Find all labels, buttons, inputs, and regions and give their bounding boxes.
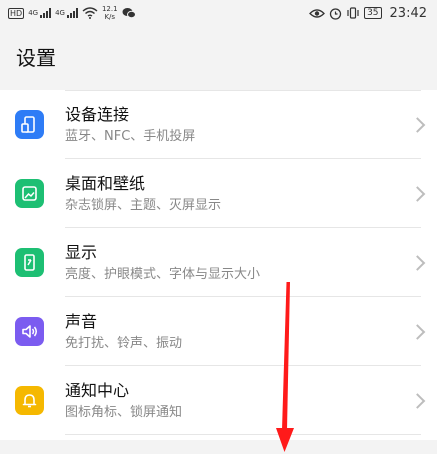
row-label: 声音 <box>65 312 98 331</box>
row-subtitle: 杂志锁屏、主题、灭屏显示 <box>65 198 222 213</box>
chevron-right-icon <box>409 116 426 133</box>
sound-icon <box>15 317 44 346</box>
notification-bell-icon <box>15 386 44 415</box>
chevron-right-icon <box>409 323 426 340</box>
signal-icon <box>40 8 52 18</box>
settings-list: 设备连接蓝牙、NFC、手机投屏桌面和壁纸杂志锁屏、主题、灭屏显示显示亮度、护眼模… <box>0 90 437 440</box>
network-type-2: 4G <box>55 9 65 17</box>
chat-icon <box>122 8 136 19</box>
row-label: 显示 <box>65 243 98 262</box>
settings-row[interactable]: 设备连接蓝牙、NFC、手机投屏 <box>0 90 437 159</box>
signal-icon-2 <box>66 8 78 18</box>
network-type-1: 4G <box>28 9 39 17</box>
settings-row[interactable]: 声音免打扰、铃声、振动 <box>0 297 437 366</box>
settings-row[interactable]: 通知中心图标角标、锁屏通知 <box>0 366 437 435</box>
status-right: 35 23:42 <box>309 6 427 21</box>
row-subtitle: 蓝牙、NFC、手机投屏 <box>65 129 196 144</box>
row-texts: 桌面和壁纸杂志锁屏、主题、灭屏显示 <box>65 173 221 215</box>
row-label: 通知中心 <box>65 381 130 400</box>
clock: 23:42 <box>389 5 427 21</box>
eye-comfort-icon <box>309 8 325 18</box>
wifi-icon <box>82 7 98 19</box>
alarm-icon <box>329 7 342 20</box>
row-label: 设备连接 <box>65 105 130 124</box>
chevron-right-icon <box>409 185 426 202</box>
status-left: HD 4G 4G 12.1 K/s <box>8 5 136 21</box>
display-icon <box>15 248 44 277</box>
device-connection-icon <box>15 110 44 139</box>
page-title: 设置 <box>16 46 56 70</box>
row-subtitle: 免打扰、铃声、振动 <box>65 336 183 351</box>
vibrate-icon <box>347 7 359 19</box>
row-subtitle: 亮度、护眼模式、字体与显示大小 <box>65 267 261 282</box>
row-subtitle: 图标角标、锁屏通知 <box>65 405 183 420</box>
settings-row[interactable]: 显示亮度、护眼模式、字体与显示大小 <box>0 228 437 297</box>
row-texts: 通知中心图标角标、锁屏通知 <box>65 380 182 422</box>
network-speed: 12.1 K/s <box>102 5 118 21</box>
row-texts: 显示亮度、护眼模式、字体与显示大小 <box>65 242 260 284</box>
chevron-right-icon <box>409 254 426 271</box>
hd-badge: HD <box>8 7 25 19</box>
row-divider <box>65 434 421 435</box>
settings-row[interactable]: 桌面和壁纸杂志锁屏、主题、灭屏显示 <box>0 159 437 228</box>
wallpaper-icon <box>15 179 44 208</box>
status-bar: HD 4G 4G 12.1 K/s 35 23:42 <box>0 0 437 26</box>
row-texts: 设备连接蓝牙、NFC、手机投屏 <box>65 104 195 146</box>
row-label: 桌面和壁纸 <box>65 174 146 193</box>
speed-value: 12.1 <box>101 5 118 13</box>
chevron-right-icon <box>409 392 426 409</box>
speed-unit: K/s <box>104 13 116 21</box>
row-texts: 声音免打扰、铃声、振动 <box>65 311 182 353</box>
battery-level: 35 <box>364 7 382 19</box>
